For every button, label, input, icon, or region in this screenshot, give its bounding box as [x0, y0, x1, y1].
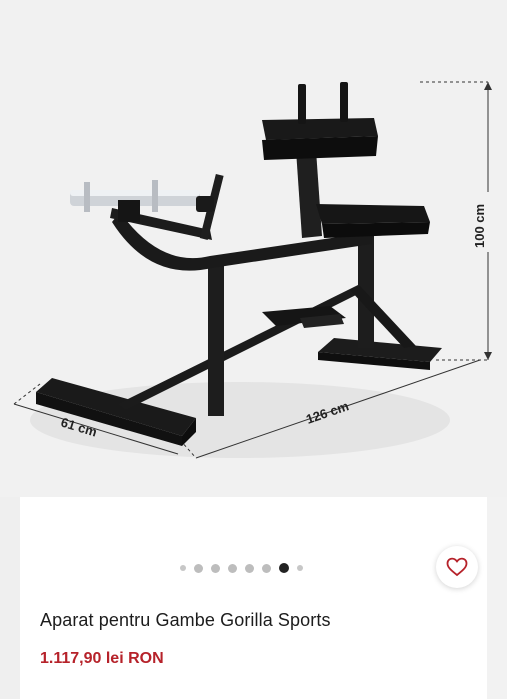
height-label: 100 cm: [472, 204, 487, 248]
carousel-dot[interactable]: [211, 563, 220, 573]
favorite-button[interactable]: [436, 546, 478, 588]
carousel-dot-active[interactable]: [279, 563, 289, 573]
carousel-dot[interactable]: [194, 563, 203, 573]
product-image[interactable]: 100 cm 126 cm 61 cm: [0, 0, 507, 497]
next-card-edge: [487, 497, 507, 699]
carousel-dot[interactable]: [262, 563, 271, 573]
carousel-dot[interactable]: [180, 565, 186, 571]
heart-outline-icon: [446, 557, 468, 577]
carousel-dot[interactable]: [245, 563, 254, 573]
pad-post: [296, 150, 322, 238]
rear-base: [318, 338, 442, 370]
calf-machine-illustration: 100 cm 126 cm 61 cm: [13, 81, 498, 459]
product-price: 1.117,90 lei RON: [40, 650, 164, 667]
product-card: [20, 497, 487, 699]
footplate: [262, 306, 346, 328]
seat: [316, 204, 430, 238]
front-upright: [208, 258, 224, 416]
knee-pad: [262, 82, 378, 160]
pivot-bracket: [118, 200, 140, 222]
carousel-indicator: [180, 561, 303, 575]
product-title[interactable]: Aparat pentru Gambe Gorilla Sports: [40, 610, 331, 631]
carousel-dot[interactable]: [228, 563, 237, 573]
weight-horn: [70, 180, 214, 212]
carousel-dot[interactable]: [297, 565, 303, 571]
